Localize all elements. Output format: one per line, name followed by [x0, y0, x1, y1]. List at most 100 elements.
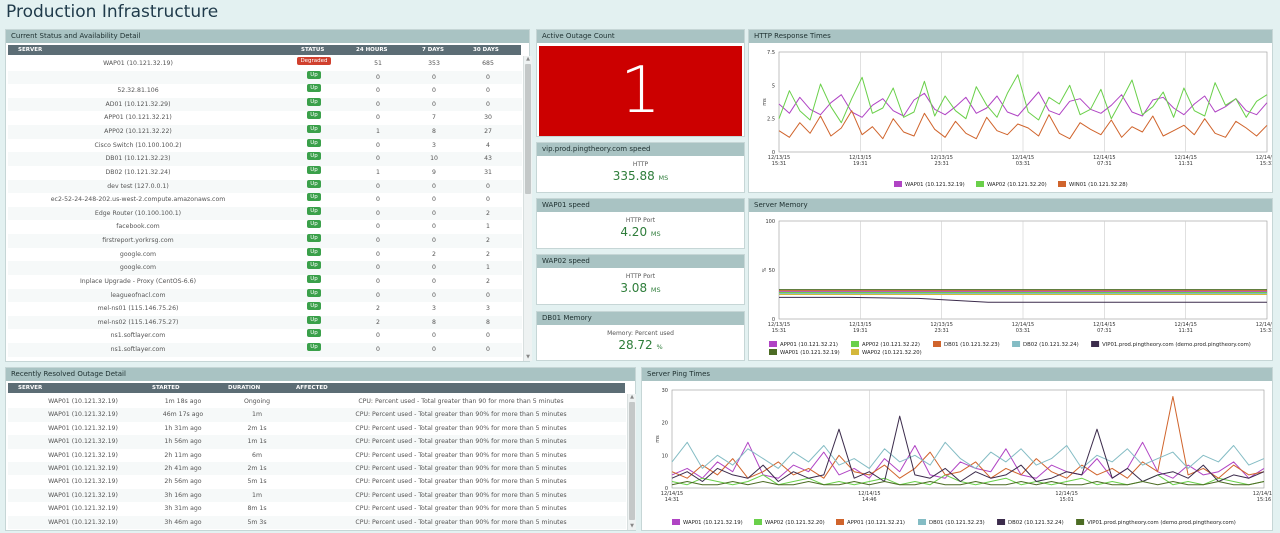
table-row[interactable]: ec2-52-24-248-202.us-west-2.compute.amaz… [8, 193, 522, 207]
legend-label[interactable]: WAP01 (10.121.32.19) [683, 520, 743, 526]
table-row[interactable]: mel-ns01 (115.146.75.26) Up 2 3 3 [8, 302, 522, 316]
server-name[interactable]: WAP01 (10.121.32.19) [8, 422, 158, 435]
server-name[interactable]: AD01 (10.121.32.29) [8, 98, 268, 112]
table-row[interactable]: DB02 (10.121.32.24) Up 1 9 31 [8, 165, 522, 180]
server-name[interactable]: WAP01 (10.121.32.19) [8, 395, 158, 408]
server-name[interactable]: DB02 (10.121.32.24) [8, 166, 268, 180]
server-name[interactable]: Edge Router (10.100.100.1) [8, 207, 268, 221]
table-row[interactable]: WAP01 (10.121.32.19) 1h 56m ago 1m 1s CPU: … [8, 435, 626, 449]
status-scroll-thumb[interactable] [525, 64, 531, 194]
server-name[interactable]: DB01 (10.121.32.23) [8, 152, 268, 166]
table-row[interactable]: AD01 (10.121.32.29) Up 0 0 0 [8, 97, 522, 112]
legend-label[interactable]: WAP02 (10.121.32.20) [765, 520, 825, 526]
legend-label[interactable]: APP02 (10.121.32.22) [862, 342, 920, 348]
resolved-scroll-thumb[interactable] [629, 402, 635, 520]
server-name[interactable]: firstreport.yorkrsg.com [8, 234, 268, 248]
metric-value-line[interactable]: 4.20 MS [537, 225, 744, 239]
legend-label[interactable]: DB01 (10.121.32.23) [944, 342, 1000, 348]
server-name[interactable]: APP01 (10.121.32.21) [8, 111, 268, 125]
table-row[interactable]: WAP01 (10.121.32.19) 2h 56m ago 5m 1s CPU: … [8, 475, 626, 488]
table-row[interactable]: google.com Up 0 2 2 [8, 247, 522, 262]
table-row[interactable]: google.com Up 0 0 1 [8, 261, 522, 275]
server-name[interactable]: WAP01 (10.121.32.19) [8, 408, 158, 421]
server-name[interactable]: dev test (127.0.0.1) [8, 180, 268, 194]
legend-label[interactable]: APP01 (10.121.32.21) [780, 342, 838, 348]
table-row[interactable]: WAP01 (10.121.32.19) 1m 18s ago Ongoing CPU… [8, 395, 626, 408]
table-row[interactable]: leagueofnacl.com Up 0 0 0 [8, 288, 522, 303]
column-7-days[interactable]: 7 DAYS [422, 45, 444, 55]
server-name[interactable]: WAP01 (10.121.32.19) [8, 475, 158, 488]
metric-value-line[interactable]: 3.08 MS [537, 281, 744, 295]
table-row[interactable]: WAP01 (10.121.32.19) 1h 31m ago 2m 1s CPU: … [8, 422, 626, 435]
server-name[interactable]: google.com [8, 248, 268, 262]
scroll-down-icon[interactable]: ▼ [524, 354, 532, 361]
column-status[interactable]: STATUS [301, 45, 324, 55]
table-row[interactable]: WAP01 (10.121.32.19) 3h 31m ago 8m 1s CPU: … [8, 502, 626, 515]
server-name[interactable]: WAP01 (10.121.32.19) [8, 516, 158, 529]
table-row[interactable]: APP02 (10.121.32.22) Up 1 8 27 [8, 125, 522, 139]
resolved-scrollbar[interactable]: ▲ ▼ [627, 394, 636, 530]
table-row[interactable]: dev test (127.0.0.1) Up 0 0 0 [8, 179, 522, 194]
server-name[interactable]: 52.32.81.106 [8, 84, 268, 98]
status-scrollbar[interactable]: ▲ ▼ [523, 56, 532, 361]
legend-label[interactable]: WAP02 (10.121.32.20) [862, 350, 922, 356]
server-name[interactable]: WAP01 (10.121.32.19) [8, 435, 158, 448]
table-row[interactable]: mel-ns02 (115.146.75.27) Up 2 8 8 [8, 315, 522, 330]
legend-label[interactable]: WIN01 (10.121.32.28) [1069, 182, 1128, 188]
table-row[interactable]: WAP01 (10.121.32.19) 3h 16m ago 1m CPU: Per… [8, 488, 626, 503]
server-name[interactable]: APP02 (10.121.32.22) [8, 125, 268, 139]
column-server[interactable]: SERVER [18, 383, 42, 393]
table-row[interactable]: WAP01 (10.121.32.19) 2h 41m ago 2m 1s CPU: … [8, 462, 626, 476]
metric-value-line[interactable]: 28.72 % [537, 338, 744, 352]
legend-label[interactable]: VIP01.prod.pingtheory.com (demo.prod.pin… [1087, 520, 1236, 526]
scroll-up-icon[interactable]: ▲ [628, 394, 636, 401]
server-name[interactable]: Cisco Switch (10.100.100.2) [8, 139, 268, 153]
legend-label[interactable]: WAP02 (10.121.32.20) [987, 182, 1047, 188]
column-30-days[interactable]: 30 DAYS [473, 45, 499, 55]
legend-label[interactable]: APP01 (10.121.32.21) [847, 520, 905, 526]
active-outage-count[interactable]: 1 [539, 46, 742, 136]
server-name[interactable]: WAP01 (10.121.32.19) [8, 502, 158, 515]
column-server[interactable]: SERVER [18, 45, 42, 55]
server-name[interactable]: WAP01 (10.121.32.19) [8, 449, 158, 462]
server-name[interactable]: WAP01 (10.121.32.19) [8, 462, 158, 475]
legend-label[interactable]: WAP01 (10.121.32.19) [780, 350, 840, 356]
table-row[interactable]: ns1.softlayer.com Up 0 0 0 [8, 343, 522, 357]
legend-label[interactable]: WAP01 (10.121.32.19) [905, 182, 965, 188]
table-row[interactable]: Inplace Upgrade - Proxy (CentOS-6.6) Up 0 0… [8, 274, 522, 289]
scroll-up-icon[interactable]: ▲ [524, 56, 532, 63]
table-row[interactable]: ns1.softlayer.com Up 0 0 0 [8, 329, 522, 343]
server-name[interactable]: facebook.com [8, 220, 268, 234]
server-name[interactable]: Inplace Upgrade - Proxy (CentOS-6.6) [8, 275, 268, 289]
server-name[interactable]: leagueofnacl.com [8, 289, 268, 303]
table-row[interactable]: WAP01 (10.121.32.19) 3h 46m ago 5m 3s CPU: … [8, 515, 626, 529]
server-name[interactable]: ec2-52-24-248-202.us-west-2.compute.amaz… [8, 193, 268, 207]
column-duration[interactable]: DURATION [228, 383, 260, 393]
table-row[interactable]: DB01 (10.121.32.23) Up 0 10 43 [8, 152, 522, 166]
legend-label[interactable]: DB02 (10.121.32.24) [1008, 520, 1064, 526]
column-started[interactable]: STARTED [152, 383, 180, 393]
server-name[interactable]: mel-ns01 (115.146.75.26) [8, 302, 268, 316]
server-name[interactable]: ns1.softlayer.com [8, 343, 268, 357]
server-name[interactable]: google.com [8, 261, 268, 275]
table-row[interactable]: facebook.com Up 0 0 1 [8, 220, 522, 234]
server-name[interactable]: ns1.softlayer.com [8, 329, 268, 343]
metric-value-line[interactable]: 335.88 MS [537, 169, 744, 183]
server-name[interactable]: mel-ns02 (115.146.75.27) [8, 316, 268, 330]
scroll-down-icon[interactable]: ▼ [628, 523, 636, 530]
table-row[interactable]: WAP01 (10.121.32.19) 46m 17s ago 1m CPU: Pe… [8, 408, 626, 422]
server-name[interactable]: WAP01 (10.121.32.19) [8, 57, 268, 71]
table-row[interactable]: Cisco Switch (10.100.100.2) Up 0 3 4 [8, 138, 522, 153]
legend-label[interactable]: DB01 (10.121.32.23) [929, 520, 985, 526]
legend-label[interactable]: VIP01.prod.pingtheory.com (demo.prod.pin… [1102, 342, 1251, 348]
table-row[interactable]: WAP01 (10.121.32.19) 2h 11m ago 6m CPU: Per… [8, 449, 626, 462]
column-24-hours[interactable]: 24 HOURS [356, 45, 388, 55]
legend-label[interactable]: DB02 (10.121.32.24) [1023, 342, 1079, 348]
table-row[interactable]: firstreport.yorkrsg.com Up 0 0 2 [8, 234, 522, 248]
table-row[interactable]: WAP01 (10.121.32.19) Degraded 51 353 685 [8, 57, 522, 71]
table-row[interactable]: Edge Router (10.100.100.1) Up 0 0 2 [8, 206, 522, 221]
column-affected[interactable]: AFFECTED [296, 383, 328, 393]
server-name[interactable]: WAP01 (10.121.32.19) [8, 489, 158, 502]
table-row[interactable]: APP01 (10.121.32.21) Up 0 7 30 [8, 111, 522, 125]
table-row[interactable]: Up 0 0 0 [8, 70, 522, 85]
